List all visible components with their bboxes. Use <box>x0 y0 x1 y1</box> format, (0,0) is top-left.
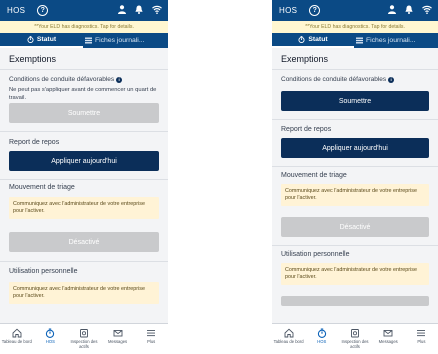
nav-plus-label: Plus <box>147 339 156 344</box>
nav-tableau[interactable]: Tableau de bord <box>0 324 34 354</box>
info-icon[interactable]: i <box>388 76 395 83</box>
divider <box>272 69 438 70</box>
tab-statut[interactable]: Statut <box>0 33 83 48</box>
timer-icon <box>46 328 55 338</box>
nav-inspection[interactable]: Inspection des actifs <box>67 324 101 354</box>
menu-icon <box>417 330 426 337</box>
nav-tableau[interactable]: Tableau de bord <box>272 324 305 354</box>
nav-inspection-label: Inspection des actifs <box>341 339 369 349</box>
top-bar: HOS ? <box>272 0 438 21</box>
divider <box>0 131 168 132</box>
timer-icon <box>27 36 34 43</box>
divider <box>272 166 438 167</box>
info-icon[interactable]: i <box>116 76 123 83</box>
submit-button[interactable]: Soumettre <box>9 103 159 123</box>
nav-messages-label: Messages <box>108 339 128 344</box>
nav-hos[interactable]: HOS <box>305 324 338 354</box>
personnelle-warning: Communiquez avec l'administrateur de vot… <box>9 282 159 304</box>
disabled-button-partial[interactable] <box>281 296 429 306</box>
menu-icon <box>147 330 156 337</box>
tab-bar: Statut Fiches journali... <box>0 33 168 48</box>
nav-inspection-label: Inspection des actifs <box>70 339 98 349</box>
home-icon <box>284 328 294 338</box>
bottom-nav: Tableau de bord HOS Inspection des actif… <box>0 323 168 354</box>
tab-statut[interactable]: Statut <box>272 33 354 48</box>
divider <box>272 119 438 120</box>
nav-messages-label: Messages <box>378 339 398 344</box>
conditions-description: Ne peut pas s'appliquer avant de commenc… <box>9 87 157 101</box>
nav-tableau-label: Tableau de bord <box>273 339 304 344</box>
triage-warning: Communiquez avec l'administrateur de vot… <box>9 197 159 219</box>
divider <box>0 69 168 70</box>
bell-icon[interactable] <box>405 5 413 14</box>
nav-tableau-label: Tableau de bord <box>1 339 32 344</box>
personnelle-title: Utilisation personnelle <box>281 251 350 258</box>
app-title: HOS <box>7 6 26 15</box>
inspection-icon <box>351 329 359 338</box>
diagnostics-banner[interactable]: **Your ELD has diagnostics. Tap for deta… <box>0 21 168 33</box>
tab-statut-label: Statut <box>36 36 57 43</box>
phone-screen-left: HOS ? **Your ELD has diagnostics. Tap fo… <box>0 0 168 354</box>
report-title: Report de repos <box>9 139 60 146</box>
disabled-button[interactable]: Désactivé <box>9 232 159 252</box>
bell-icon[interactable] <box>135 5 143 14</box>
nav-hos-label: HOS <box>45 339 55 344</box>
apply-today-button[interactable]: Appliquer aujourd'hui <box>9 151 159 171</box>
conditions-title-text: Conditions de conduite défavorables <box>281 76 387 83</box>
submit-button[interactable]: Soumettre <box>281 91 429 111</box>
nav-messages[interactable]: Messages <box>101 324 135 354</box>
nav-plus[interactable]: Plus <box>134 324 168 354</box>
timer-icon <box>298 36 305 43</box>
tab-statut-label: Statut <box>308 36 328 43</box>
list-icon <box>85 37 92 44</box>
exemptions-heading: Exemptions <box>281 54 329 64</box>
help-icon[interactable]: ? <box>37 5 49 16</box>
divider <box>0 179 168 180</box>
tab-fiches-label: Fiches journali... <box>366 37 416 44</box>
disabled-button[interactable]: Désactivé <box>281 217 429 237</box>
tab-bar: Statut Fiches journali... <box>272 33 438 48</box>
phone-screen-right: HOS ? **Your ELD has diagnostics. Tap fo… <box>272 0 438 354</box>
conditions-title-text: Conditions de conduite défavorables <box>9 76 115 83</box>
person-icon[interactable] <box>118 5 126 14</box>
apply-today-button[interactable]: Appliquer aujourd'hui <box>281 138 429 158</box>
tab-fiches[interactable]: Fiches journali... <box>354 33 438 48</box>
nav-plus-label: Plus <box>417 339 426 344</box>
nav-messages[interactable]: Messages <box>372 324 405 354</box>
nav-plus[interactable]: Plus <box>405 324 438 354</box>
wifi-icon <box>422 5 432 14</box>
app-title: HOS <box>279 6 298 15</box>
divider <box>272 245 438 246</box>
timer-icon <box>317 328 326 338</box>
tab-fiches-label: Fiches journali... <box>95 37 145 44</box>
inspection-icon <box>80 329 88 338</box>
person-icon[interactable] <box>388 5 396 14</box>
mail-icon <box>383 330 393 337</box>
conditions-title: Conditions de conduite défavorables i <box>281 76 395 83</box>
report-title: Report de repos <box>281 126 332 133</box>
personnelle-warning: Communiquez avec l'administrateur de vot… <box>281 263 429 285</box>
nav-inspection[interactable]: Inspection des actifs <box>338 324 371 354</box>
triage-warning: Communiquez avec l'administrateur de vot… <box>281 184 429 206</box>
conditions-title: Conditions de conduite défavorables i <box>9 76 123 83</box>
triage-title: Mouvement de triage <box>281 172 347 179</box>
diagnostics-banner[interactable]: **Your ELD has diagnostics. Tap for deta… <box>272 21 438 33</box>
nav-hos[interactable]: HOS <box>34 324 68 354</box>
help-icon[interactable]: ? <box>309 5 321 16</box>
bottom-nav: Tableau de bord HOS Inspection des actif… <box>272 323 438 354</box>
wifi-icon <box>152 5 162 14</box>
top-bar: HOS ? <box>0 0 168 21</box>
triage-title: Mouvement de triage <box>9 184 75 191</box>
mail-icon <box>113 330 123 337</box>
list-icon <box>356 37 363 44</box>
nav-hos-label: HOS <box>317 339 327 344</box>
tab-fiches[interactable]: Fiches journali... <box>83 33 168 48</box>
personnelle-title: Utilisation personnelle <box>9 268 78 275</box>
home-icon <box>12 328 22 338</box>
divider <box>0 261 168 262</box>
exemptions-heading: Exemptions <box>9 54 57 64</box>
